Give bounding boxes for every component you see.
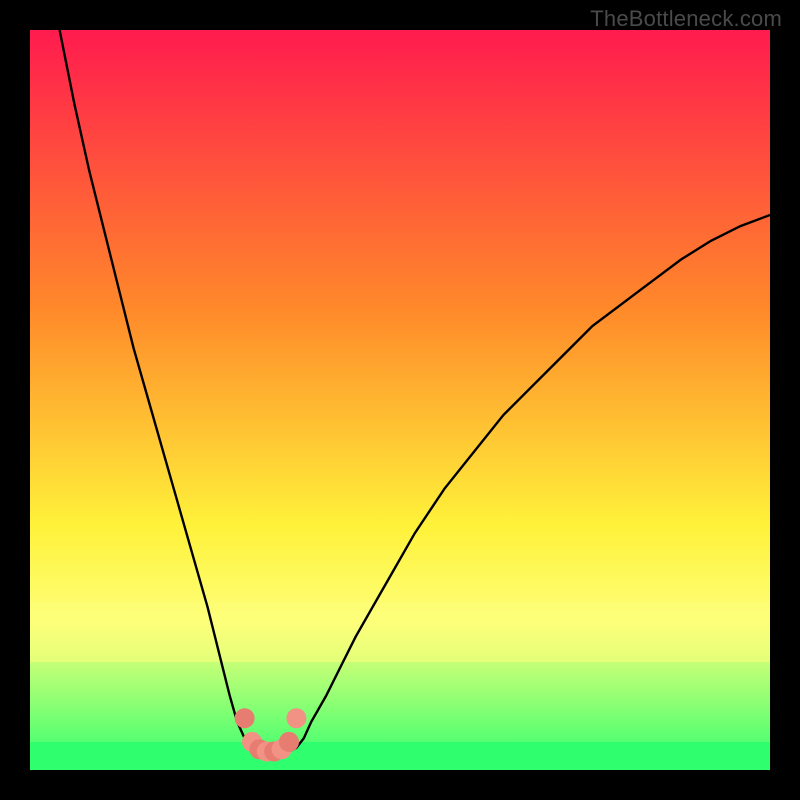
valley-marker: [286, 708, 306, 728]
valley-marker: [235, 708, 255, 728]
pale-band: [30, 602, 770, 662]
watermark-text: TheBottleneck.com: [590, 6, 782, 32]
valley-marker: [279, 732, 299, 752]
chart-svg: [30, 30, 770, 770]
green-floor: [30, 742, 770, 770]
plot-area: [30, 30, 770, 770]
chart-frame: TheBottleneck.com: [0, 0, 800, 800]
